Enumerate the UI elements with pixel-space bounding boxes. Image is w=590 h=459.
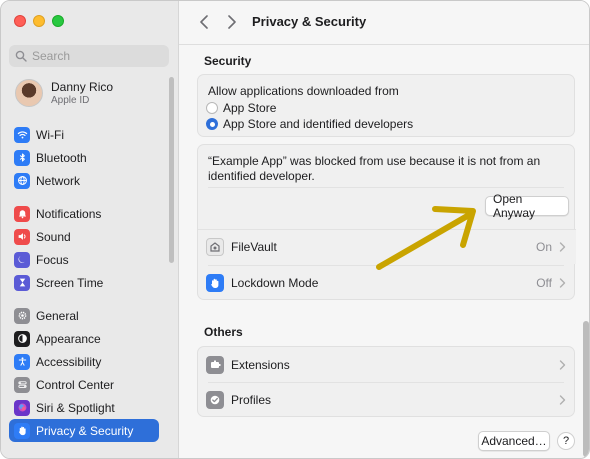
chevron-right-icon — [559, 277, 566, 288]
blocked-message-line1: “Example App” was blocked from use becau… — [208, 154, 541, 168]
sidebar-item-accessibility[interactable]: Accessibility — [9, 350, 159, 373]
sidebar-group: Notifications Sound Focus Screen Time — [9, 202, 159, 294]
sidebar-item-appearance[interactable]: Appearance — [9, 327, 159, 350]
search-icon — [15, 50, 27, 62]
annotation-arrow-icon — [376, 206, 476, 270]
sidebar-item-label: Siri & Spotlight — [36, 400, 115, 415]
sidebar-item-label: Control Center — [36, 377, 115, 392]
sidebar-item-general[interactable]: General — [9, 304, 159, 327]
sidebar-item-screen-time[interactable]: Screen Time — [9, 271, 159, 294]
bluetooth-icon — [14, 149, 30, 166]
extensions-icon — [206, 355, 224, 374]
sidebar-item-bluetooth[interactable]: Bluetooth — [9, 146, 159, 169]
zoom-window-button[interactable] — [52, 15, 64, 27]
chevron-left-icon — [200, 15, 208, 29]
wifi-icon — [14, 126, 30, 143]
appearance-icon — [14, 330, 30, 347]
sidebar: Search Danny Rico Apple ID Wi‑Fi Bluetoot… — [1, 1, 179, 458]
sidebar-item-network[interactable]: Network — [9, 169, 159, 192]
radio-app-store[interactable]: App Store — [206, 101, 276, 115]
open-anyway-button[interactable]: Open Anyway — [485, 192, 569, 220]
radio-button-selected[interactable] — [206, 118, 218, 130]
sidebar-item-privacy-security[interactable]: Privacy & Security — [9, 419, 159, 442]
sidebar-nav: Wi‑Fi Bluetooth Network Notifications Sound F… — [9, 123, 159, 452]
account-subtitle: Apple ID — [51, 95, 90, 106]
window-controls — [14, 15, 64, 27]
bell-icon — [14, 205, 30, 222]
sidebar-item-label: Wi‑Fi — [36, 127, 64, 142]
security-section-title: Security — [204, 54, 252, 68]
advanced-button[interactable]: Advanced… — [478, 431, 550, 451]
divider — [208, 187, 564, 188]
profiles-label: Profiles — [231, 392, 272, 407]
account-name: Danny Rico — [51, 80, 114, 94]
accessibility-icon — [14, 353, 30, 370]
lockdown-mode-label: Lockdown Mode — [231, 275, 319, 290]
others-card: Extensions Profiles — [197, 346, 575, 417]
sidebar-item-label: Privacy & Security — [36, 423, 134, 438]
sidebar-item-label: Focus — [36, 252, 69, 267]
speaker-icon — [14, 228, 30, 245]
filevault-value: On — [535, 240, 552, 254]
sidebar-item-label: Accessibility — [36, 354, 102, 369]
profiles-icon — [206, 390, 224, 409]
forward-button[interactable] — [223, 13, 241, 31]
profiles-row[interactable]: Profiles — [198, 382, 576, 417]
lockdown-mode-value: Off — [536, 275, 552, 290]
sidebar-item-label: Appearance — [36, 331, 101, 346]
sidebar-item-label: Bluetooth — [36, 150, 87, 165]
sidebar-group: General Appearance Accessibility Control Ce… — [9, 304, 159, 442]
page-title: Privacy & Security — [252, 14, 367, 29]
help-button[interactable]: ? — [557, 432, 575, 450]
sidebar-item-notifications[interactable]: Notifications — [9, 202, 159, 225]
extensions-label: Extensions — [231, 357, 290, 372]
close-window-button[interactable] — [14, 15, 26, 27]
search-placeholder: Search — [32, 49, 71, 63]
sidebar-item-label: Screen Time — [36, 275, 104, 290]
radio-app-store-label: App Store — [223, 101, 277, 115]
back-button[interactable] — [195, 13, 213, 31]
content-scrollbar[interactable] — [583, 321, 589, 457]
sidebar-item-label: Notifications — [36, 206, 102, 221]
sidebar-scrollbar[interactable] — [169, 77, 174, 263]
sidebar-item-sound[interactable]: Sound — [9, 225, 159, 248]
radio-button-unselected[interactable] — [206, 102, 218, 114]
hand-icon — [14, 422, 30, 439]
apple-id-account[interactable]: Danny Rico Apple ID — [15, 79, 113, 107]
globe-icon — [14, 172, 30, 189]
moon-icon — [14, 251, 30, 268]
extensions-row[interactable]: Extensions — [198, 347, 576, 382]
sidebar-item-label: Network — [36, 173, 81, 188]
allow-apps-label: Allow applications downloaded from — [208, 84, 399, 98]
chevron-right-icon — [559, 359, 566, 370]
radio-app-store-identified[interactable]: App Store and identified developers — [206, 117, 413, 131]
sidebar-item-label: General — [36, 308, 79, 323]
sidebar-item-label: Sound — [36, 229, 71, 244]
toolbar: Privacy & Security — [179, 1, 589, 45]
search-field[interactable]: Search — [9, 45, 169, 67]
chevron-right-icon — [559, 242, 566, 252]
sidebar-group: Wi‑Fi Bluetooth Network — [9, 123, 159, 192]
system-settings-window: Search Danny Rico Apple ID Wi‑Fi Bluetoot… — [0, 0, 590, 459]
sidebar-item-wi-fi[interactable]: Wi‑Fi — [9, 123, 159, 146]
blocked-message-line2: identified developer. — [208, 169, 315, 183]
filevault-icon — [206, 238, 224, 256]
lockdown-hand-icon — [206, 273, 224, 292]
avatar — [15, 79, 43, 107]
siri-icon — [14, 399, 30, 416]
allow-apps-card: Allow applications downloaded from App S… — [197, 74, 575, 137]
chevron-right-icon — [559, 394, 566, 405]
sidebar-item-siri-spotlight[interactable]: Siri & Spotlight — [9, 396, 159, 419]
chevron-right-icon — [228, 15, 236, 29]
hourglass-icon — [14, 274, 30, 291]
sidebar-item-focus[interactable]: Focus — [9, 248, 159, 271]
filevault-label: FileVault — [231, 240, 277, 254]
others-section-title: Others — [204, 325, 243, 339]
sidebar-item-control-center[interactable]: Control Center — [9, 373, 159, 396]
radio-app-store-identified-label: App Store and identified developers — [223, 117, 414, 131]
minimize-window-button[interactable] — [33, 15, 45, 27]
control-center-icon — [14, 376, 30, 393]
gear-icon — [14, 307, 30, 324]
